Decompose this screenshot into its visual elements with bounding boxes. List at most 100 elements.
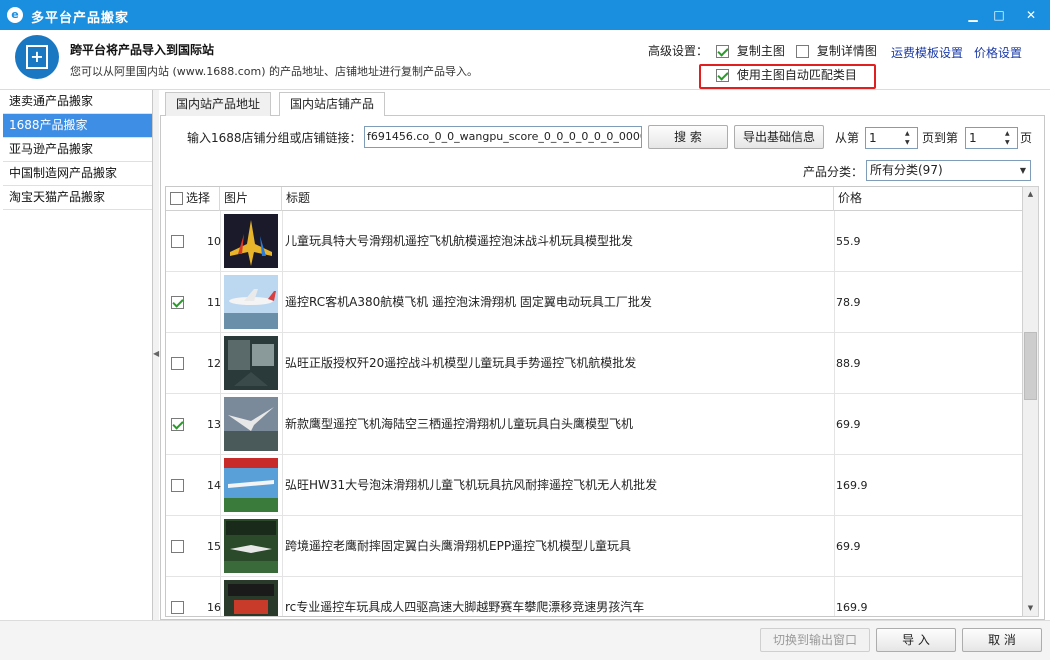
row-number: 10	[207, 235, 221, 248]
scroll-up-icon[interactable]: ▲	[1023, 187, 1038, 202]
row-checkbox[interactable]	[171, 418, 184, 431]
stepper-arrows-icon[interactable]: ▲ ▼	[905, 129, 915, 147]
product-thumbnail	[224, 214, 278, 268]
product-thumbnail	[224, 580, 278, 616]
header-price[interactable]: 价格	[834, 187, 1022, 211]
header-select-label: 选择	[186, 191, 211, 205]
table-header: 选择 图片 标题 价格	[166, 187, 1022, 211]
row-number: 11	[207, 296, 221, 309]
row-price: 169.9	[836, 479, 868, 492]
scroll-down-icon[interactable]: ▼	[1023, 601, 1038, 616]
price-settings-link[interactable]: 价格设置	[974, 44, 1022, 61]
product-thumbnail	[224, 458, 278, 512]
row-number: 16	[207, 601, 221, 614]
row-title: 弘旺正版授权歼20遥控战斗机模型儿童玩具手势遥控飞机航模批发	[285, 356, 637, 370]
row-number: 14	[207, 479, 221, 492]
table-row[interactable]: 15 跨境遥控老鹰耐摔固定翼白头鹰滑翔机EPP遥控飞机模型儿童玩具 69.9	[166, 516, 1022, 577]
title-bar: e 多平台产品搬家 ▁ □ ✕	[0, 0, 1050, 30]
footer: 切换到输出窗口 导 入 取 消	[0, 620, 1050, 660]
copy-main-image-checkbox[interactable]	[716, 45, 729, 58]
sidebar-item-1688[interactable]: 1688产品搬家	[3, 114, 152, 138]
row-title: 弘旺HW31大号泡沫滑翔机儿童飞机玩具抗风耐摔遥控飞机无人机批发	[285, 478, 658, 492]
window-title: 多平台产品搬家	[31, 11, 130, 26]
vertical-scrollbar[interactable]: ▲ ▼	[1022, 186, 1039, 617]
tab-shop-products[interactable]: 国内站店铺产品	[279, 92, 386, 117]
sidebar-item-taobao-tmall[interactable]: 淘宝天猫产品搬家	[3, 186, 152, 210]
to-page-label: 页到第	[922, 131, 959, 145]
header: + 跨平台将产品导入到国际站 您可以从阿里国内站 (www.1688.com) …	[0, 30, 1050, 90]
row-title: 跨境遥控老鹰耐摔固定翼白头鹰滑翔机EPP遥控飞机模型儿童玩具	[285, 539, 632, 553]
sidebar-item-aliexpress[interactable]: 速卖通产品搬家	[3, 90, 152, 114]
from-page-stepper[interactable]: 1 ▲ ▼	[865, 127, 918, 149]
to-page-value: 1	[969, 131, 977, 145]
row-checkbox[interactable]	[171, 540, 184, 553]
sidebar-item-amazon[interactable]: 亚马逊产品搬家	[3, 138, 152, 162]
row-price: 88.9	[836, 357, 861, 370]
search-button[interactable]: 搜 索	[648, 125, 728, 149]
to-page-stepper[interactable]: 1 ▲ ▼	[965, 127, 1018, 149]
row-checkbox[interactable]	[171, 235, 184, 248]
stepper-arrows-icon[interactable]: ▲ ▼	[1005, 129, 1015, 147]
product-thumbnail	[224, 336, 278, 390]
select-all-checkbox[interactable]	[170, 192, 183, 205]
sidebar-item-made-in-china[interactable]: 中国制造网产品搬家	[3, 162, 152, 186]
tab-product-url[interactable]: 国内站产品地址	[165, 92, 272, 116]
header-image[interactable]: 图片	[220, 187, 282, 211]
row-price: 69.9	[836, 540, 861, 553]
row-price: 78.9	[836, 296, 861, 309]
sidebar-splitter[interactable]: ◀	[153, 90, 159, 620]
tab-bar: 国内站产品地址 国内站店铺产品	[160, 90, 1045, 117]
copy-detail-image-option[interactable]: 复制详情图	[796, 42, 877, 59]
switch-output-button[interactable]: 切换到输出窗口	[760, 628, 870, 652]
from-page-label: 从第	[835, 131, 860, 145]
copy-detail-image-label: 复制详情图	[816, 44, 877, 58]
row-title: 遥控RC客机A380航模飞机 遥控泡沫滑翔机 固定翼电动玩具工厂批发	[285, 295, 652, 309]
copy-main-image-label: 复制主图	[736, 44, 785, 58]
close-button[interactable]: ✕	[1020, 4, 1042, 26]
row-number: 12	[207, 357, 221, 370]
table-row[interactable]: 10 儿童玩具特大号滑翔机遥控飞机航模遥控泡沫战斗机玩具模型批发 55.9	[166, 211, 1022, 272]
scrollbar-thumb[interactable]	[1024, 332, 1037, 400]
row-checkbox[interactable]	[171, 296, 184, 309]
row-number: 13	[207, 418, 221, 431]
highlight-box	[699, 64, 876, 89]
product-thumbnail	[224, 397, 278, 451]
table-row[interactable]: 14 弘旺HW31大号泡沫滑翔机儿童飞机玩具抗风耐摔遥控飞机无人机批发 169.…	[166, 455, 1022, 516]
product-table: 选择 图片 标题 价格 10 儿童玩具特大号滑翔机遥控飞机航模遥控泡沫战斗机玩具…	[165, 186, 1023, 617]
maximize-button[interactable]: □	[988, 4, 1010, 26]
header-select[interactable]: 选择	[166, 187, 220, 211]
row-title: rc专业遥控车玩具成人四驱高速大脚越野赛车攀爬漂移竞速男孩汽车	[285, 600, 645, 614]
copy-detail-image-checkbox[interactable]	[796, 45, 809, 58]
row-checkbox[interactable]	[171, 357, 184, 370]
header-title[interactable]: 标题	[282, 187, 834, 211]
shop-link-input[interactable]: f691456.co_0_0_wangpu_score_0_0_0_0_0_0_…	[364, 126, 642, 148]
table-row[interactable]: 13 新款鹰型遥控飞机海陆空三栖遥控滑翔机儿童玩具白头鹰模型飞机 69.9	[166, 394, 1022, 455]
cancel-button[interactable]: 取 消	[962, 628, 1042, 652]
sidebar: 速卖通产品搬家 1688产品搬家 亚马逊产品搬家 中国制造网产品搬家 淘宝天猫产…	[3, 90, 153, 620]
advanced-settings-label: 高级设置：	[648, 44, 709, 58]
row-title: 儿童玩具特大号滑翔机遥控飞机航模遥控泡沫战斗机玩具模型批发	[285, 234, 634, 248]
header-description: 您可以从阿里国内站 (www.1688.com) 的产品地址、店铺地址进行复制产…	[70, 65, 479, 78]
row-number: 15	[207, 540, 221, 553]
import-logo-icon: +	[15, 35, 59, 79]
export-basic-info-button[interactable]: 导出基础信息	[734, 125, 824, 149]
category-select[interactable]: 所有分类(97) ▼	[866, 160, 1031, 181]
page-unit-label: 页	[1020, 131, 1033, 145]
collapse-arrow-icon[interactable]: ◀	[153, 349, 159, 358]
shipping-template-link[interactable]: 运费模板设置	[891, 44, 963, 61]
copy-main-image-option[interactable]: 复制主图	[716, 42, 785, 59]
table-row[interactable]: 12 弘旺正版授权歼20遥控战斗机模型儿童玩具手势遥控飞机航模批发 88.9	[166, 333, 1022, 394]
product-thumbnail	[224, 519, 278, 573]
import-button[interactable]: 导 入	[876, 628, 956, 652]
product-thumbnail	[224, 275, 278, 329]
table-row[interactable]: 11 遥控RC客机A380航模飞机 遥控泡沫滑翔机 固定翼电动玩具工厂批发 78…	[166, 272, 1022, 333]
app-icon: e	[7, 7, 23, 23]
category-label: 产品分类：	[803, 165, 864, 179]
row-checkbox[interactable]	[171, 601, 184, 614]
shop-link-label: 输入1688店铺分组或店铺链接：	[187, 131, 362, 145]
row-checkbox[interactable]	[171, 479, 184, 492]
row-price: 69.9	[836, 418, 861, 431]
table-row[interactable]: 16 rc专业遥控车玩具成人四驱高速大脚越野赛车攀爬漂移竞速男孩汽车 169.9	[166, 577, 1022, 616]
category-selected-value: 所有分类(97)	[870, 163, 943, 177]
minimize-button[interactable]: ▁	[962, 4, 984, 26]
